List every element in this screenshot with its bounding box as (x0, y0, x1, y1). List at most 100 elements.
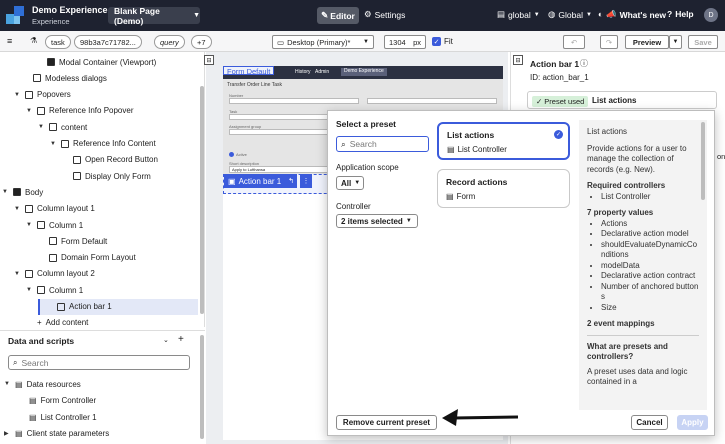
data-scrollbar[interactable] (200, 335, 204, 439)
preset-search-input[interactable]: ⌕ Search (336, 136, 429, 152)
tree-item[interactable]: ▼ Column layout 2 (14, 266, 95, 282)
chevron-down-icon[interactable]: ▼ (38, 124, 45, 130)
action-bar-label[interactable]: ▣ Action bar 1 (224, 174, 286, 188)
chevron-down-icon[interactable]: ▼ (14, 271, 21, 277)
database-icon: ▤ (29, 412, 37, 422)
preset-card-title: List actions (447, 130, 495, 140)
data-resource-item[interactable]: ▼ ▤ Data resources (4, 376, 81, 392)
flask-icon[interactable]: ⚗ (30, 36, 37, 45)
collapse-left-icon[interactable]: ⊟ (204, 55, 214, 65)
remove-preset-button[interactable]: Remove current preset (336, 415, 437, 430)
tree-item-label: Column 1 (49, 220, 84, 230)
chevron-down-icon[interactable]: ▼ (26, 222, 33, 228)
data-resource-item[interactable]: ▤ List Controller 1 (18, 409, 97, 425)
data-resource-label: Form Controller (40, 396, 97, 405)
tree-scrollbar[interactable] (200, 86, 204, 314)
tree-item[interactable]: ▼ content (38, 119, 87, 135)
scope-select[interactable]: ▤ global ▼ (497, 9, 540, 20)
add-icon[interactable]: + (178, 334, 184, 345)
tree-item[interactable]: ▼ Body (2, 184, 43, 200)
radio-icon (229, 152, 234, 157)
whats-new-button[interactable]: 📣 What's new (606, 9, 666, 20)
contrast-icon[interactable]: ◐ (598, 9, 603, 19)
help-button[interactable]: ? Help (667, 9, 694, 19)
data-resource-item[interactable]: ▤ Form Controller (18, 393, 96, 409)
required-controllers-list: List Controller (601, 192, 699, 203)
undo-button[interactable]: ↶ (563, 35, 585, 49)
chevron-down-icon[interactable]: ▼ (14, 92, 21, 98)
parent-select-icon[interactable]: ↰ (285, 174, 297, 188)
collapse-right-icon[interactable]: ⊟ (513, 55, 523, 65)
chevron-icon[interactable]: ▼ (4, 381, 11, 387)
width-input[interactable]: 1304 px (384, 35, 426, 49)
tree-item[interactable]: ▼ Popovers (14, 87, 71, 103)
tree-item[interactable]: ▼ Reference Info Content (50, 136, 156, 152)
menu-icon[interactable]: ≡ (7, 36, 12, 46)
chip-query[interactable]: query (154, 35, 185, 49)
apply-button[interactable]: Apply (677, 415, 708, 430)
tree-item-label: Add content (45, 318, 89, 327)
component-icon (25, 269, 33, 278)
data-search-placeholder: Search (21, 357, 49, 368)
globe-select[interactable]: ◍ Global ▼ (548, 9, 592, 20)
tree-item[interactable]: ▼ Column 1 (26, 217, 83, 233)
preset-card-list-actions[interactable]: List actions ✓ ▤ List Controller (437, 122, 570, 160)
tree-item[interactable]: ▼ Reference Info Popover (26, 103, 134, 119)
controller-select[interactable]: 2 items selected ▼ (336, 214, 418, 228)
tab-settings[interactable]: ⚙ Settings (364, 9, 405, 20)
cancel-button[interactable]: Cancel (631, 415, 668, 430)
form-default-label[interactable]: Form Default (223, 66, 275, 76)
form-field (367, 98, 497, 104)
fit-checkbox[interactable]: ✓ (432, 37, 441, 46)
more-options-icon[interactable]: ⋮ (300, 174, 312, 188)
what-are-presets-text: A preset uses data and logic contained i… (587, 366, 688, 387)
top-bar: Demo Experience Experience Blank Page (D… (0, 0, 725, 31)
info-scrollbar[interactable] (701, 122, 705, 200)
chevron-down-icon[interactable]: ▼ (50, 141, 57, 147)
page-select[interactable]: Blank Page (Demo) ▼ (108, 6, 200, 26)
chevron-down-icon[interactable]: ▼ (26, 287, 33, 293)
property-value-item: Declarative action model (601, 229, 699, 240)
component-icon (25, 90, 33, 99)
tree-item[interactable]: Modeless dialogs (22, 70, 107, 86)
tree-item[interactable]: Action bar 1 (38, 298, 198, 315)
width-value: 1304 (389, 37, 406, 47)
controller-label: Controller (336, 202, 371, 211)
chip-sys-id[interactable]: 98b3a7c71782... (74, 35, 142, 49)
chevron-down-icon: ▼ (405, 218, 412, 224)
preview-button[interactable]: Preview (625, 35, 669, 49)
chevron-down-icon[interactable]: ▼ (14, 206, 21, 212)
data-resource-item[interactable]: ▶ ▤ Client state parameters (4, 426, 109, 442)
save-button[interactable]: Save (688, 35, 718, 49)
tree-item[interactable]: Open Record Button (62, 152, 158, 168)
tree-item[interactable]: Domain Form Layout (38, 250, 136, 266)
info-icon[interactable]: ⓘ (580, 58, 588, 69)
chevron-down-icon[interactable]: ▼ (2, 189, 9, 195)
chevron-icon[interactable]: ▶ (4, 430, 11, 437)
tree-item[interactable]: ▼ Column 1 (26, 282, 83, 298)
form-field (229, 98, 359, 104)
tree-item[interactable]: Form Default (38, 233, 107, 249)
tab-editor[interactable]: ✎ Editor (317, 7, 359, 24)
chevron-down-icon[interactable]: ⌄ (163, 336, 169, 344)
chip-more[interactable]: +7 (191, 35, 212, 49)
tree-item[interactable]: + Add content (26, 315, 88, 327)
chevron-down-icon[interactable]: ▼ (26, 108, 33, 114)
redo-button[interactable]: ↷ (600, 35, 618, 49)
device-select[interactable]: ▭ Desktop (Primary)* ▼ (272, 35, 374, 49)
help-label: Help (675, 9, 694, 19)
component-icon (73, 155, 81, 164)
tree-item[interactable]: ▼ Column layout 1 (14, 201, 95, 217)
avatar[interactable]: D (704, 8, 718, 22)
chip-task[interactable]: task (45, 35, 71, 49)
tree-item-label: Domain Form Layout (61, 253, 136, 263)
component-icon (73, 172, 81, 181)
data-search-input[interactable]: ⌕ Search (8, 355, 190, 370)
preset-card-record-actions[interactable]: Record actions ▤ Form (437, 169, 570, 208)
database-icon: ▤ (15, 429, 23, 438)
app-scope-select[interactable]: All ▼ (336, 176, 364, 190)
preview-menu-button[interactable]: ▼ (669, 35, 682, 49)
tree-item[interactable]: Modal Container (Viewport) (36, 54, 156, 70)
tree-item[interactable]: Display Only Form (62, 168, 151, 184)
component-icon (25, 204, 33, 213)
